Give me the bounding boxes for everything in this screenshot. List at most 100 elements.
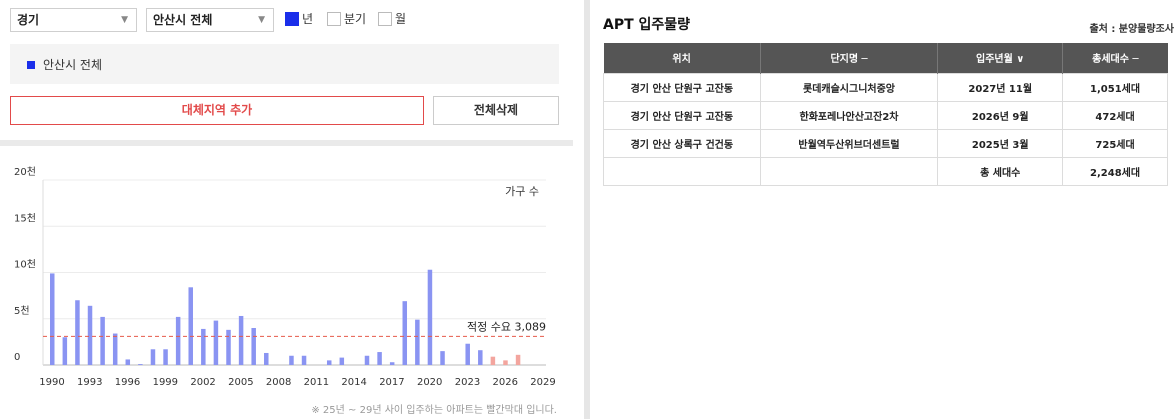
table-row[interactable]: 경기 안산 단원구 고잔동 한화포레나안산고잔2차 2026년 9월 472세대 xyxy=(603,100,1168,130)
table-row[interactable]: 경기 안산 상록구 건건동 반월역두산위브더센트럴 2025년 3월 725세대 xyxy=(603,128,1168,158)
x-tick-label: 2023 xyxy=(455,377,480,388)
add-region-button[interactable]: 대체지역 추가 xyxy=(10,96,424,125)
bar xyxy=(213,320,219,365)
table-total-row: 총 세대수 2,248세대 xyxy=(603,156,1168,186)
bar xyxy=(163,349,168,365)
x-tick-label: 2017 xyxy=(379,377,404,388)
y-tick-label: 20천 xyxy=(14,166,36,178)
total-label: 총 세대수 xyxy=(937,156,1064,186)
cell-location: 경기 안산 단원구 고잔동 xyxy=(603,100,761,130)
bar xyxy=(188,287,193,365)
bar xyxy=(415,319,420,365)
cell-move-in-date: 2027년 11월 xyxy=(937,72,1064,102)
y-tick-label: 10천 xyxy=(14,259,36,271)
x-tick-label: 2011 xyxy=(304,377,329,388)
bar xyxy=(301,355,307,365)
cell-location: 경기 안산 상록구 건건동 xyxy=(603,128,761,158)
quarter-checkbox[interactable] xyxy=(327,11,341,26)
x-tick-label: 2002 xyxy=(190,377,215,388)
cell-move-in-date: 2026년 9월 xyxy=(937,100,1064,130)
column-total-units[interactable]: 총세대수 ─ xyxy=(1062,43,1168,73)
bar xyxy=(478,350,483,365)
table-header-row: 위치 단지명 ─ 입주년월 ∨ 총세대수 ─ xyxy=(603,43,1168,73)
selected-region-tag: 안산시 전체 xyxy=(10,44,559,84)
bar xyxy=(427,269,433,365)
cell-move-in-date: 2025년 3월 xyxy=(937,128,1064,158)
region-tag-label: 안산시 전체 xyxy=(43,58,103,72)
cell-empty xyxy=(603,156,761,186)
bar xyxy=(201,328,206,365)
cell-total-units: 1,051세대 xyxy=(1062,72,1168,102)
column-location: 위치 xyxy=(603,43,761,73)
apt-title: APT 입주물량 xyxy=(603,17,691,33)
bar xyxy=(264,352,269,365)
x-tick-label: 2020 xyxy=(417,377,442,388)
future-bar xyxy=(490,356,496,365)
bar xyxy=(75,300,80,365)
bar xyxy=(175,316,181,365)
future-bar xyxy=(503,360,508,365)
bar xyxy=(326,360,332,365)
apt-supply-panel: APT 입주물량 출처 : 분양물량조사 위치 단지명 ─ 입주년월 ∨ 총세대… xyxy=(603,0,1174,419)
bar xyxy=(289,355,294,365)
cell-complex: 반월역두산위브더센트럴 xyxy=(759,128,939,158)
cell-empty xyxy=(759,156,939,186)
x-tick-label: 1990 xyxy=(39,377,64,388)
bar xyxy=(50,273,55,365)
clear-all-button[interactable]: 전체삭제 xyxy=(433,96,559,125)
bar xyxy=(465,343,470,365)
cell-total-units: 725세대 xyxy=(1062,128,1168,158)
reference-line-label: 적정 수요 3,089 xyxy=(467,320,546,333)
supply-bar-chart: 0 5천 10천 15천 20천 1990 1993 1996 1999 2002 2005 2008… xyxy=(14,166,556,388)
bar xyxy=(377,352,382,365)
section-divider xyxy=(0,140,573,146)
bar xyxy=(238,315,244,365)
bar xyxy=(251,328,256,365)
x-tick-label: 2026 xyxy=(493,377,518,388)
y-tick-label: 0 xyxy=(14,352,20,363)
column-move-in-date[interactable]: 입주년월 ∨ xyxy=(937,43,1064,73)
supply-chart-panel: 경기 ▼ 안산시 전체 ▼ 년 분기 월 안산시 전체 대체지역 추가 전체삭제… xyxy=(0,0,573,419)
x-tick-label: 1999 xyxy=(153,377,178,388)
bar xyxy=(150,349,156,365)
chevron-down-icon: ▼ xyxy=(121,15,128,25)
apt-supply-table: 위치 단지명 ─ 입주년월 ∨ 총세대수 ─ 경기 안산 단원구 고잔동 롯데캐… xyxy=(603,43,1168,186)
y-tick-label: 15천 xyxy=(14,212,36,224)
cell-location: 경기 안산 단원구 고잔동 xyxy=(603,72,761,102)
chart-footnote: ※ 25년 ~ 29년 사이 입주하는 아파트는 빨간막대 입니다. xyxy=(311,405,557,416)
total-value: 2,248세대 xyxy=(1062,156,1168,186)
city-select[interactable]: 안산시 전체 ▼ xyxy=(146,8,274,32)
future-bar xyxy=(515,354,521,365)
x-tick-label: 2005 xyxy=(228,377,253,388)
cell-complex: 한화포레나안산고잔2차 xyxy=(759,100,939,130)
period-year-label: 년 xyxy=(302,12,314,26)
year-checkbox[interactable] xyxy=(285,11,299,26)
city-select-value: 안산시 전체 xyxy=(153,13,213,27)
bar xyxy=(62,337,68,365)
period-month-label: 월 xyxy=(395,12,407,26)
x-tick-label: 2029 xyxy=(530,377,555,388)
period-quarter-option[interactable]: 분기 xyxy=(327,10,366,27)
month-checkbox[interactable] xyxy=(378,11,392,26)
period-year-option[interactable]: 년 xyxy=(285,10,313,27)
province-select-value: 경기 xyxy=(17,13,40,27)
x-tick-label: 1993 xyxy=(77,377,102,388)
period-quarter-label: 분기 xyxy=(344,12,367,26)
apt-source: 출처 : 분양물량조사 xyxy=(1089,24,1174,35)
bar xyxy=(402,301,408,365)
province-select[interactable]: 경기 ▼ xyxy=(10,8,137,32)
bar xyxy=(87,305,93,365)
bar xyxy=(125,359,131,365)
bar xyxy=(440,351,445,365)
panel-divider[interactable] xyxy=(584,0,590,419)
bar xyxy=(100,316,105,365)
cell-complex: 롯데캐슬시그니처중앙 xyxy=(759,72,939,102)
chart-legend: 가구 수 xyxy=(505,185,539,198)
table-row[interactable]: 경기 안산 단원구 고잔동 롯데캐슬시그니처중앙 2027년 11월 1,051… xyxy=(603,72,1168,102)
period-month-option[interactable]: 월 xyxy=(378,10,406,27)
column-complex[interactable]: 단지명 ─ xyxy=(760,43,939,73)
chevron-down-icon: ▼ xyxy=(258,15,265,25)
bar xyxy=(339,357,345,365)
x-tick-label: 2008 xyxy=(266,377,291,388)
y-tick-label: 5천 xyxy=(14,305,30,317)
